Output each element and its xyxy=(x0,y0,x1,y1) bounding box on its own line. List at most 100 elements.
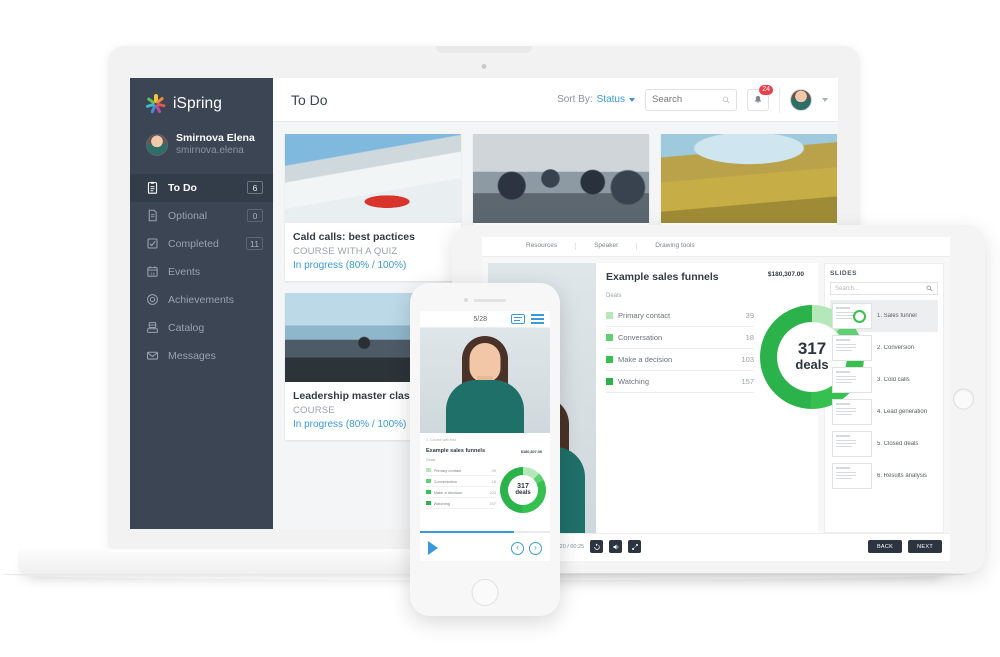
funnel-row: Conversation18 xyxy=(606,327,754,349)
phone-screen: 5/28 1. Course with test Example sales f… xyxy=(420,311,550,561)
funnel-label: Make a decision xyxy=(434,490,487,495)
sidebar-item-messages[interactable]: Messages xyxy=(130,342,273,370)
slides-search-box[interactable]: Search... xyxy=(830,282,938,295)
tablet-tab-speaker[interactable]: Speaker xyxy=(576,243,637,250)
sidebar-user[interactable]: Smirnova Elena smirnova.elena xyxy=(130,128,273,172)
slide-name: 2. Conversion xyxy=(877,345,914,351)
tablet-tabs: ResourcesSpeakerDrawing tools xyxy=(482,237,950,257)
phone-home-button[interactable] xyxy=(472,579,499,606)
brand: iSpring xyxy=(130,78,273,128)
phone-speaker-icon xyxy=(474,299,506,302)
phone-funnel-row: Watching157 xyxy=(426,498,496,509)
donut-total: 317 xyxy=(798,340,826,357)
sidebar-item-optional[interactable]: Optional0 xyxy=(130,202,273,230)
sidebar-nav: To Do 6 Optional0Completed1115EventsAchiev… xyxy=(130,174,273,370)
sidebar-item-label: To Do xyxy=(168,182,238,194)
chevron-right-icon[interactable]: › xyxy=(529,542,542,555)
phone-camera-icon xyxy=(464,298,468,302)
slide-list-item[interactable]: 6. Results analysis xyxy=(830,460,938,492)
funnel-label: Conversation xyxy=(618,333,741,342)
sort-by-control[interactable]: Sort By: Status xyxy=(557,94,635,105)
legend-swatch xyxy=(426,479,431,484)
course-title: Cald calls: best pactices xyxy=(293,231,453,243)
slide-name: 1. Sales funnel xyxy=(877,313,917,319)
course-card[interactable]: Cald calls: best pacticesCOURSE WITH A Q… xyxy=(285,134,461,281)
slide-list-item[interactable]: 4. Lead generation xyxy=(830,396,938,428)
phone-funnel-row: Primary contact39 xyxy=(426,465,496,476)
legend-swatch xyxy=(606,334,613,341)
svg-text:15: 15 xyxy=(150,271,155,276)
back-button[interactable]: BACK xyxy=(868,540,902,553)
topbar-avatar[interactable] xyxy=(790,89,812,111)
menu-icon[interactable] xyxy=(531,314,544,323)
phone-progress-bar[interactable] xyxy=(420,531,514,533)
phone-breadcrumb: 1. Course with test xyxy=(426,438,544,442)
phone-funnel-row: Make a decision103 xyxy=(426,487,496,498)
search-input[interactable] xyxy=(652,94,718,105)
phone-slide-subtitle: Deals xyxy=(426,458,544,462)
fullscreen-icon[interactable] xyxy=(628,540,641,553)
phone-donut-total: 317 xyxy=(517,483,529,490)
phone-funnel-row: Conversation18 xyxy=(426,476,496,487)
funnel-label: Conversation xyxy=(434,479,489,484)
legend-swatch xyxy=(426,468,431,473)
screenshot-stage: iSpring Smirnova Elena smirnova.elena To… xyxy=(0,0,1000,657)
tablet-tab-resources[interactable]: Resources xyxy=(508,243,576,250)
chevron-down-icon xyxy=(629,98,635,102)
sidebar-item-badge: 11 xyxy=(246,237,263,250)
funnel-label: Make a decision xyxy=(618,355,736,364)
replay-icon[interactable] xyxy=(590,540,603,553)
sort-by-value: Status xyxy=(597,94,625,105)
next-button[interactable]: NEXT xyxy=(908,540,942,553)
phone-presenter-video xyxy=(420,328,550,433)
funnel-label: Primary contact xyxy=(434,468,489,473)
slide-list-item[interactable]: 1. Sales funnel xyxy=(830,300,938,332)
page-title: To Do xyxy=(291,92,547,108)
course-thumbnail xyxy=(285,134,461,223)
slide-name: 5. Closed deals xyxy=(877,441,918,447)
sidebar-item-badge: 6 xyxy=(247,181,263,194)
search-icon xyxy=(926,285,933,292)
presenter-figure xyxy=(435,328,535,433)
funnel-value: 103 xyxy=(489,490,496,495)
notifications[interactable]: 24 xyxy=(747,89,769,111)
funnel-row: Make a decision103 xyxy=(606,349,754,371)
legend-swatch xyxy=(606,356,613,363)
ispring-logo-icon xyxy=(146,94,166,114)
catalog-icon xyxy=(146,321,159,334)
divider xyxy=(779,87,780,113)
phone-slide-amount: $180,307.00 xyxy=(521,450,542,454)
slide-list-item[interactable]: 3. Cold calls xyxy=(830,364,938,396)
check-box-icon xyxy=(146,237,159,250)
slide-list-item[interactable]: 5. Closed deals xyxy=(830,428,938,460)
phone-donut-chart: 317 deals xyxy=(500,467,546,513)
slides-search-placeholder: Search... xyxy=(835,286,923,292)
slide-list-item[interactable]: 2. Conversion xyxy=(830,332,938,364)
funnel-row: Primary contact39 xyxy=(606,305,754,327)
slide-name: 3. Cold calls xyxy=(877,377,910,383)
play-icon[interactable] xyxy=(428,541,438,555)
notes-icon[interactable] xyxy=(511,314,525,324)
funnel-value: 157 xyxy=(489,501,496,506)
user-name: Smirnova Elena xyxy=(176,132,255,145)
sidebar-item-to-do[interactable]: To Do 6 xyxy=(130,174,273,202)
sidebar-item-achievements[interactable]: Achievements xyxy=(130,286,273,314)
funnel-label: Primary contact xyxy=(618,311,741,320)
course-thumbnail xyxy=(473,134,649,223)
sidebar-item-events[interactable]: 15Events xyxy=(130,258,273,286)
funnel-value: 18 xyxy=(492,479,496,484)
account-chevron-down-icon[interactable] xyxy=(822,98,828,102)
legend-swatch xyxy=(426,490,431,495)
sort-by-label: Sort By: xyxy=(557,94,593,105)
chevron-left-icon[interactable]: ‹ xyxy=(511,542,524,555)
tablet-home-button[interactable] xyxy=(953,389,974,410)
volume-icon[interactable] xyxy=(609,540,622,553)
sidebar-item-completed[interactable]: Completed11 xyxy=(130,230,273,258)
sidebar-item-catalog[interactable]: Catalog xyxy=(130,314,273,342)
tablet-tab-drawing-tools[interactable]: Drawing tools xyxy=(637,243,712,250)
calendar-icon: 15 xyxy=(146,265,159,278)
laptop-notch xyxy=(436,46,532,53)
phone-player-controls: ‹ › xyxy=(420,531,550,561)
envelope-icon xyxy=(146,349,159,362)
search-box[interactable] xyxy=(645,89,737,111)
